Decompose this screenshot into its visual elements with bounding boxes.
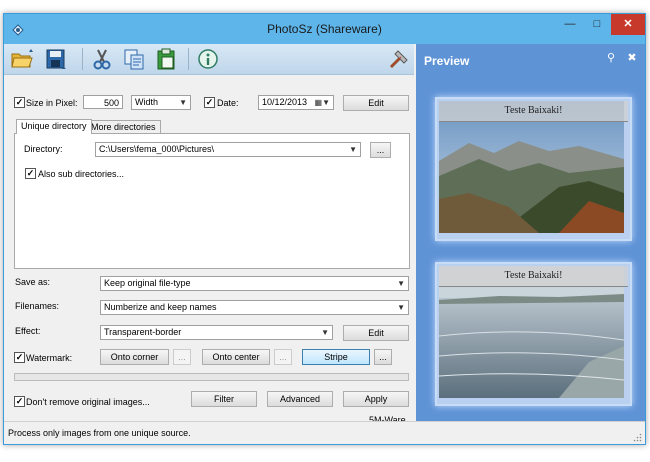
chevron-down-icon: ▼ [321,328,329,337]
chevron-down-icon: ▼ [349,145,357,154]
onto-corner-more-button[interactable]: ... [173,349,191,365]
effect-edit-button[interactable]: Edit [343,325,409,341]
directory-select[interactable]: C:\Users\fema_000\Pictures\ ▼ [95,142,361,157]
onto-center-more-button[interactable]: ... [274,349,292,365]
size-in-pixel-checkbox[interactable]: ✓ [14,97,25,108]
size-input[interactable]: 500 [83,95,123,109]
stripe-button[interactable]: Stripe [302,349,370,365]
watermark-stripe-bottom: Teste Baixaki! [439,266,628,287]
stripe-more-button[interactable]: ... [374,349,392,365]
close-preview-icon[interactable]: ✖ [625,51,639,65]
browse-button[interactable]: ... [370,142,391,158]
minimize-button[interactable]: — [557,14,583,35]
sub-directories-label: Also sub directories... [38,169,125,179]
date-checkbox[interactable]: ✓ [204,97,215,108]
watermark-label: Watermark: [26,353,73,363]
app-window: PhotoSz (Shareware) — □ ✕ ✓ Size in Pixe… [3,13,646,445]
cut-icon[interactable] [90,47,114,71]
hammer-icon[interactable] [387,47,411,71]
save-as-selected: Keep original file-type [104,278,191,288]
chevron-down-icon: ▼ [179,98,187,107]
paste-icon[interactable] [154,47,178,71]
apply-button[interactable]: Apply [343,391,409,407]
window-title: PhotoSz (Shareware) [267,22,382,36]
date-value: 10/12/2013 [262,97,308,107]
options-panel: ✓ Size in Pixel: 500 Width ▼ ✓ Date: 10/1… [4,75,414,425]
maximize-button[interactable]: □ [584,14,610,35]
info-icon[interactable] [196,47,220,71]
size-in-pixel-label: Size in Pixel: [26,98,78,108]
effect-label: Effect: [15,326,41,336]
close-button[interactable]: ✕ [611,14,645,35]
filenames-label: Filenames: [15,301,60,311]
chevron-down-icon: ▼ [397,279,405,288]
preview-image-bottom: Teste Baixaki! [435,262,632,406]
calendar-icon: ▦▼ [314,98,330,107]
onto-corner-button[interactable]: Onto corner [100,349,169,365]
copy-icon[interactable] [122,47,146,71]
status-text: Process only images from one unique sour… [8,428,191,438]
title-bar[interactable]: PhotoSz (Shareware) — □ ✕ [4,14,645,44]
keep-originals-label: Don't remove original images... [26,397,150,407]
resize-grip-icon[interactable] [633,433,642,442]
onto-center-button[interactable]: Onto center [202,349,270,365]
tab-unique-directory[interactable]: Unique directory [16,119,92,134]
toolbar-separator [82,48,83,70]
effect-selected: Transparent-border [104,327,182,337]
advanced-button[interactable]: Advanced [267,391,333,407]
dimension-selected: Width [135,97,159,107]
date-picker[interactable]: 10/12/2013 ▦▼ [258,95,334,110]
watermark-checkbox[interactable]: ✓ [14,352,25,363]
save-as-label: Save as: [15,277,51,287]
directory-value: C:\Users\fema_000\Pictures\ [99,144,215,154]
tab-more-directories[interactable]: More directories [86,120,161,134]
preview-image-top: Teste Baixaki! [435,97,632,241]
filenames-selected: Numberize and keep names [104,302,217,312]
open-folder-icon[interactable] [10,47,34,71]
filter-button[interactable]: Filter [191,391,257,407]
effect-select[interactable]: Transparent-border ▼ [100,325,333,340]
toolbar-separator [188,48,189,70]
status-bar: Process only images from one unique sour… [4,421,645,444]
sub-directories-checkbox[interactable]: ✓ [25,168,36,179]
save-icon[interactable] [44,47,68,71]
filenames-select[interactable]: Numberize and keep names ▼ [100,300,409,315]
preview-title: Preview [424,54,470,68]
chevron-down-icon: ▼ [397,303,405,312]
preview-image: Teste Baixaki! [439,266,628,402]
dimension-select[interactable]: Width ▼ [131,95,191,110]
preview-panel: Preview ⚲ ✖ Teste Baixaki! Teste Baixaki… [416,44,645,421]
preview-image: Teste Baixaki! [439,101,628,237]
watermark-stripe-top: Teste Baixaki! [439,101,628,122]
zoom-icon[interactable]: ⚲ [604,51,618,65]
save-as-select[interactable]: Keep original file-type ▼ [100,276,409,291]
keep-originals-checkbox[interactable]: ✓ [14,396,25,407]
tab-panel: Directory: C:\Users\fema_000\Pictures\ ▼ … [14,133,410,269]
progress-bar [14,373,409,381]
date-label: Date: [217,98,239,108]
date-edit-button[interactable]: Edit [343,95,409,111]
directory-label: Directory: [24,144,63,154]
toolbar [4,44,414,75]
